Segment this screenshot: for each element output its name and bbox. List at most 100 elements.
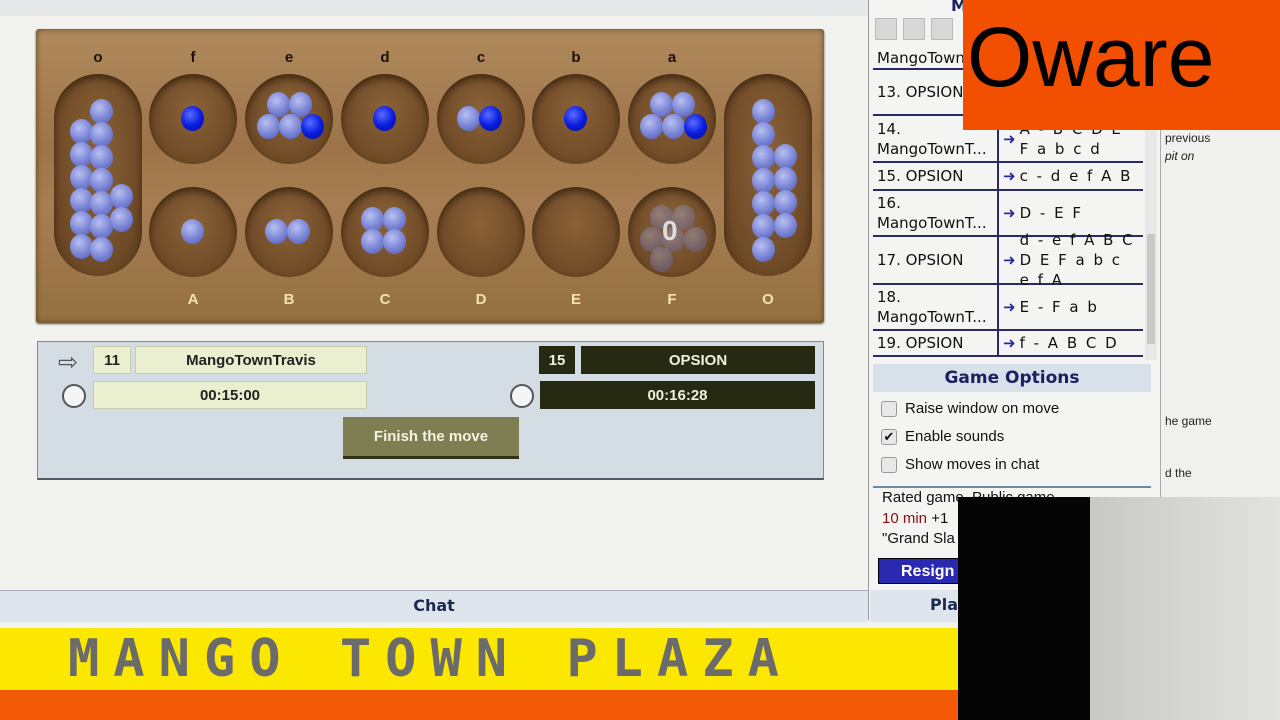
arrow-icon: ➜	[1003, 204, 1018, 222]
turn-arrow-icon: ⇨	[58, 348, 79, 376]
seed	[287, 219, 310, 244]
move-notation: ➜ E - F a b	[999, 285, 1143, 329]
option-enable-sounds[interactable]: ✔ Enable sounds	[881, 428, 1004, 445]
top-strip	[0, 0, 868, 16]
stream-banner: MANGO TOWN PLAZA	[0, 628, 960, 690]
pit-c[interactable]	[437, 74, 525, 164]
checkbox[interactable]	[881, 400, 897, 417]
my-name: MangoTownTravis	[135, 346, 367, 374]
pit-count: 0	[662, 215, 678, 246]
pit-e[interactable]	[245, 74, 333, 164]
seed	[774, 144, 797, 169]
move-text: c - d e f A B	[1019, 167, 1133, 185]
pit-label: d	[380, 49, 390, 66]
pit-label: e	[284, 49, 294, 66]
help-text: previous	[1165, 131, 1211, 145]
clock-icon	[510, 384, 534, 408]
pit-label: A	[187, 291, 199, 308]
checkbox[interactable]	[881, 456, 897, 473]
seed	[752, 168, 775, 193]
help-text: d the	[1165, 466, 1192, 480]
first-move-button[interactable]	[875, 18, 897, 40]
stop-button[interactable]	[931, 18, 953, 40]
seed	[752, 122, 775, 147]
move-text: D - E F	[1019, 204, 1083, 222]
move-notation: ➜ d - e f A B C D E F a b c e f A	[999, 231, 1143, 289]
option-raise-window[interactable]: Raise window on move	[881, 400, 1059, 417]
seed	[110, 207, 133, 232]
pit-label: O	[762, 291, 774, 308]
pit-A[interactable]	[149, 187, 237, 277]
seed	[479, 106, 502, 131]
store-left	[54, 74, 142, 276]
opponent-name: OPSION	[581, 346, 815, 374]
pit-f[interactable]	[149, 74, 237, 164]
move-notation: ➜ D - E F	[999, 191, 1143, 235]
seed	[110, 184, 133, 209]
players-header[interactable]: Pla	[870, 590, 960, 622]
oware-logo: Oware	[963, 0, 1280, 130]
pit-b[interactable]	[532, 74, 620, 164]
seed	[301, 114, 324, 139]
arrow-icon: ➜	[1003, 334, 1018, 352]
webcam-overlay	[958, 497, 1280, 720]
move-row[interactable]: 15. OPSION ➜ c - d e f A B	[873, 163, 1143, 191]
finish-move-button[interactable]: Finish the move	[343, 417, 519, 459]
move-navigation	[875, 18, 953, 40]
store-right	[724, 74, 812, 276]
move-row[interactable]: 17. OPSION ➜ d - e f A B C D E F a b c e f…	[873, 231, 1143, 289]
opponent-score: 15	[539, 346, 575, 374]
seed	[90, 99, 113, 124]
option-show-moves[interactable]: Show moves in chat	[881, 456, 1039, 473]
move-row[interactable]: 18. MangoTownT... ➜ E - F a b	[873, 285, 1143, 331]
pit-D[interactable]	[437, 187, 525, 277]
seed	[90, 122, 113, 147]
chat-header[interactable]: Chat	[0, 590, 868, 622]
move-player: 15. OPSION	[873, 163, 999, 189]
checkbox[interactable]: ✔	[881, 428, 897, 445]
pit-label: a	[667, 49, 677, 66]
pit-F[interactable]: 0	[628, 187, 716, 277]
pit-label: F	[667, 291, 677, 308]
opponent-clock: 00:16:28	[540, 381, 815, 409]
oware-board: o f e d c b a A B C D E F O 0	[36, 29, 824, 323]
seed	[457, 106, 480, 131]
pit-label: c	[476, 49, 486, 66]
seed	[752, 145, 775, 170]
pit-a[interactable]	[628, 74, 716, 164]
pit-B[interactable]	[245, 187, 333, 277]
my-clock: 00:15:00	[93, 381, 367, 409]
player-panel: ⇨ 11 MangoTownTravis 00:15:00 15 OPSION …	[37, 341, 824, 480]
game-name: "Grand Sla	[882, 530, 955, 547]
move-text: d - e f A B C D E F a b c e f A	[1019, 231, 1135, 289]
prev-move-button[interactable]	[903, 18, 925, 40]
pit-label: D	[475, 291, 487, 308]
move-player: 16. MangoTownT...	[873, 191, 999, 235]
pit-label: C	[379, 291, 391, 308]
seed	[181, 106, 204, 131]
time-control: 10 min +1	[882, 510, 949, 527]
game-options-title: Game Options	[873, 364, 1151, 392]
help-text: pit on	[1165, 149, 1195, 163]
pit-d[interactable]	[341, 74, 429, 164]
arrow-icon: ➜	[1003, 298, 1018, 316]
seed	[373, 106, 396, 131]
banner-stripe	[0, 690, 960, 720]
pit-E[interactable]	[532, 187, 620, 277]
seed	[752, 99, 775, 124]
pit-C[interactable]	[341, 187, 429, 277]
move-row[interactable]: 19. OPSION ➜ f - A B C D	[873, 331, 1143, 357]
move-notation: ➜ c - d e f A B	[999, 163, 1143, 189]
arrow-icon: ➜	[1003, 167, 1018, 185]
seed	[662, 114, 685, 139]
seed	[774, 190, 797, 215]
help-text: he game	[1165, 414, 1212, 428]
seed	[90, 168, 113, 193]
seed	[265, 219, 288, 244]
seed	[90, 145, 113, 170]
seed	[640, 114, 663, 139]
my-score: 11	[93, 346, 131, 374]
arrow-icon: ➜	[1003, 251, 1018, 269]
pit-label: b	[571, 49, 581, 66]
seed	[361, 229, 384, 254]
